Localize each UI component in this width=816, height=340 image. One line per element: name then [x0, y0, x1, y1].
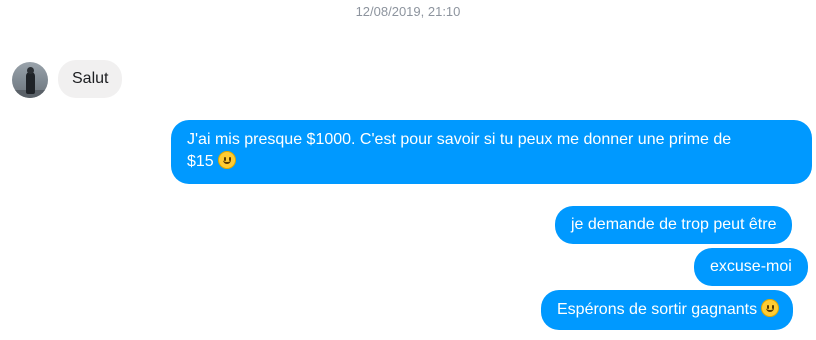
smiling-face-emoji-icon [761, 299, 780, 317]
outgoing-message-bubble[interactable]: J'ai mis presque $1000. C'est pour savoi… [171, 120, 812, 184]
message-text: excuse-moi [710, 258, 792, 275]
message-text: Espérons de sortir gagnants [557, 301, 758, 318]
avatar-person-head [27, 67, 34, 74]
chat-thread: 12/08/2019, 21:10 Salut J'ai mis presque… [0, 0, 816, 340]
incoming-message-bubble[interactable]: Salut [58, 60, 123, 98]
message-text-line-1: J'ai mis presque $1000. C'est pour savoi… [187, 131, 732, 148]
contact-avatar[interactable] [12, 62, 48, 98]
outgoing-message-bubble[interactable]: excuse-moi [694, 248, 808, 286]
smiling-face-emoji-icon [217, 151, 236, 169]
message-text: Salut [72, 70, 109, 87]
message-timestamp: 12/08/2019, 21:10 [355, 4, 461, 19]
message-text-line-2: $15 [187, 151, 796, 173]
message-text-amount: $15 [187, 153, 214, 170]
message-text: je demande de trop peut être [571, 216, 777, 233]
emoji-mouth [222, 160, 231, 164]
emoji-mouth [766, 308, 775, 312]
outgoing-message-bubble[interactable]: je demande de trop peut être [555, 206, 793, 244]
avatar-person-figure [26, 72, 35, 94]
outgoing-message-bubble[interactable]: Espérons de sortir gagnants [541, 290, 794, 330]
